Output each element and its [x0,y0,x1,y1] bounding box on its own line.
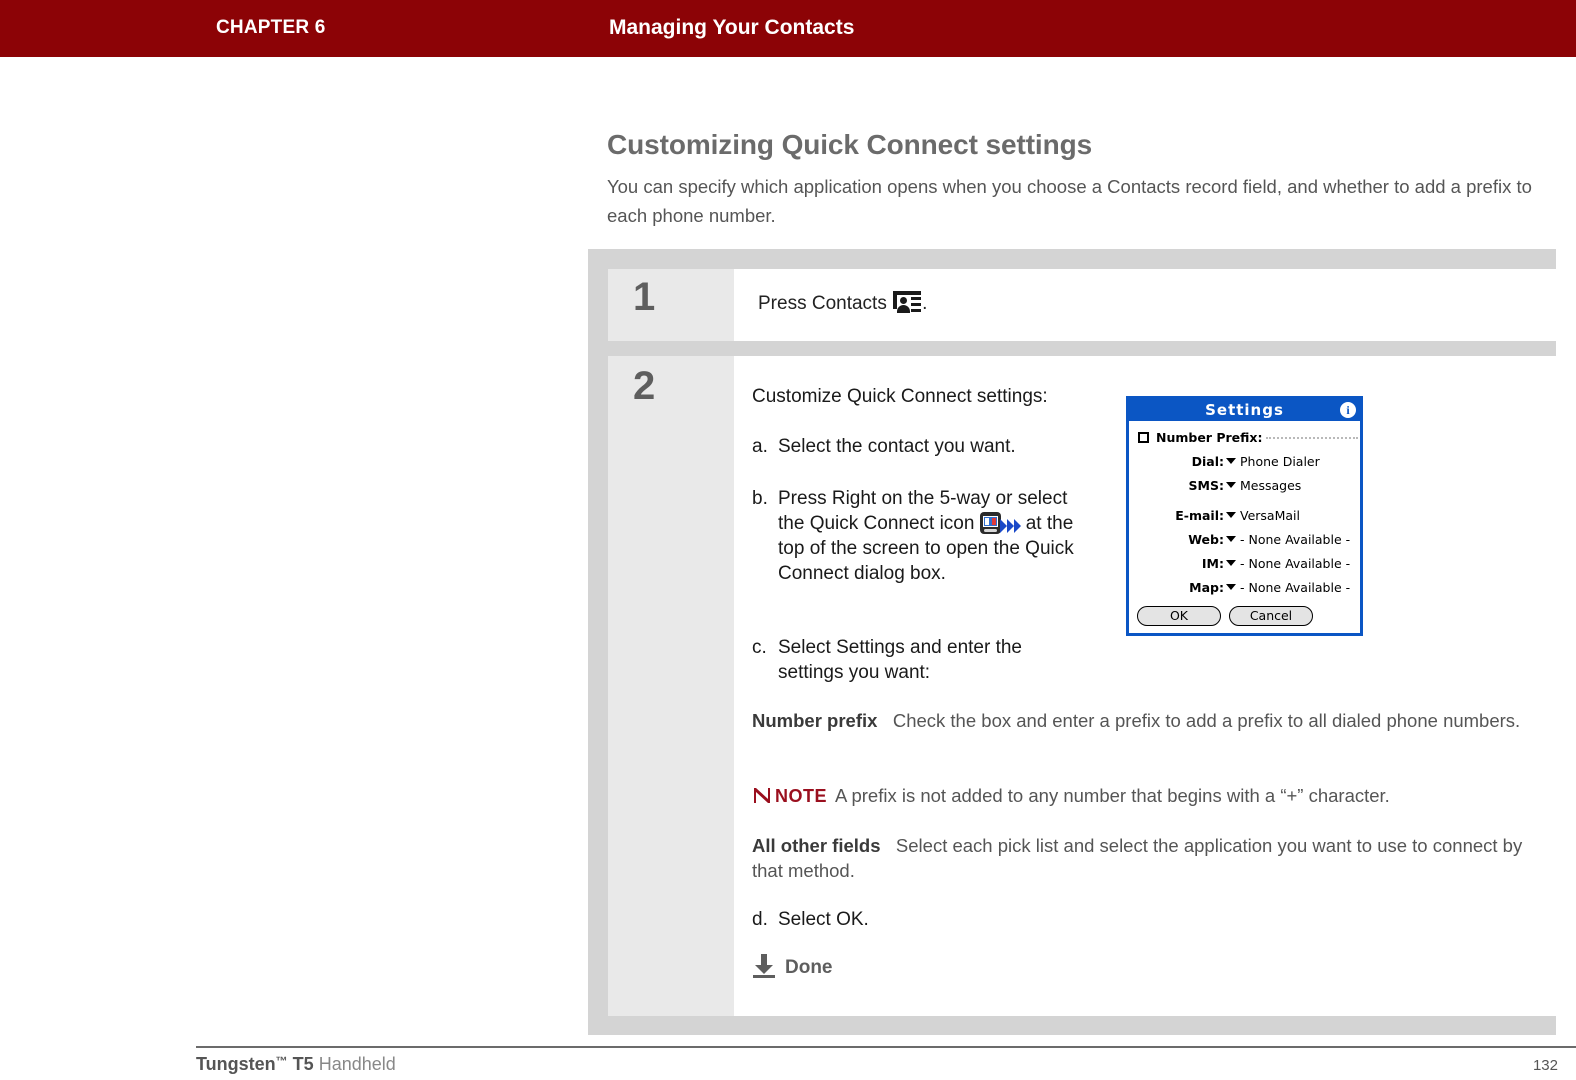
chapter-label: CHAPTER 6 [216,17,326,38]
download-arrow-icon [752,954,776,978]
chevron-down-icon-sms[interactable] [1226,482,1236,488]
palm-dialog-title: Settings [1205,401,1284,419]
chevron-down-icon-email[interactable] [1226,512,1236,518]
step-2-item-b-label: b. [752,488,768,509]
steps-panel: 1 Press Contacts . 2 Customize Quick Con… [588,249,1556,1035]
done-label: Done [785,957,833,978]
step-2-item-d: d. Select OK. [752,909,869,931]
description-number-prefix: Number prefix Check the box and enter a … [752,708,1542,733]
web-value: - None Available - [1240,532,1351,547]
number-prefix-input[interactable] [1266,437,1359,439]
quick-connect-icon [979,512,1024,534]
chevron-down-icon-dial[interactable] [1226,458,1236,464]
footer-product-name: Tungsten [196,1054,276,1074]
chevron-down-icon-map[interactable] [1226,584,1236,590]
step-body-1: Press Contacts . [734,269,1556,341]
email-value: VersaMail [1240,508,1300,523]
email-label: E-mail: [1175,508,1224,523]
palm-dialog-titlebar: Settings i [1129,399,1360,421]
step-2-item-b-text: Press Right on the 5-way or select the Q… [778,486,1082,586]
dial-label: Dial: [1191,454,1224,469]
footer-model: T5 [292,1054,314,1074]
palm-row-web[interactable]: Web: - None Available - [1138,532,1350,547]
done-row: Done [752,954,833,979]
step-row-1: 1 Press Contacts . [608,269,1556,341]
palm-row-number-prefix[interactable]: Number Prefix: [1138,430,1359,445]
step-2-item-a-label: a. [752,436,768,457]
chevron-down-icon-web[interactable] [1226,536,1236,542]
note-label: NOTE [775,786,828,806]
palm-row-email[interactable]: E-mail: VersaMail [1138,508,1300,523]
description-term-number-prefix: Number prefix [752,710,878,731]
ok-button[interactable]: OK [1137,606,1221,626]
map-value: - None Available - [1240,580,1351,595]
footer-product-label: Tungsten™ T5 Handheld [196,1054,396,1075]
step-2-item-d-label: d. [752,909,768,930]
note-flag-icon [752,786,772,805]
palm-settings-dialog: Settings i Number Prefix: Dial: Phone Dia… [1126,396,1363,636]
palm-row-dial[interactable]: Dial: Phone Dialer [1138,454,1320,469]
step-2-item-c: c. Select Settings and enter the setting… [752,635,1082,685]
step-2-item-c-label: c. [752,637,767,658]
palm-row-im[interactable]: IM: - None Available - [1138,556,1350,571]
step-2-item-a: a. Select the contact you want. [752,436,1016,458]
page-number: 132 [1532,1057,1558,1074]
step-number-box-2: 2 [608,356,734,1016]
web-label: Web: [1188,532,1224,547]
description-all-other-fields: All other fields Select each pick list a… [752,833,1542,883]
palm-row-sms[interactable]: SMS: Messages [1138,478,1302,493]
dial-value: Phone Dialer [1240,454,1320,469]
palm-dialog-body: Number Prefix: Dial: Phone Dialer SMS: Mes… [1129,421,1360,633]
sms-value: Messages [1240,478,1302,493]
cancel-button[interactable]: Cancel [1229,606,1313,626]
contacts-icon [893,291,922,313]
description-term-all-other-fields: All other fields [752,835,881,856]
map-label: Map: [1189,580,1224,595]
im-value: - None Available - [1240,556,1351,571]
palm-dialog-buttons: OK Cancel [1137,605,1321,626]
page-header-band: CHAPTER 6 Managing Your Contacts [0,0,1576,57]
step-number-box-1: 1 [608,269,734,341]
step-2-item-b: b. Press Right on the 5-way or select th… [752,486,1082,586]
step-1-text-after: . [922,293,928,314]
step-2-lead: Customize Quick Connect settings: [752,386,1048,407]
footer-product-type: Handheld [318,1054,396,1074]
chevron-down-icon-im[interactable] [1226,560,1236,566]
step-2-item-b-text-part1: Press Right on the 5-way or select the Q… [778,488,1068,534]
step-1-instruction: Press Contacts . [758,291,927,315]
footer-trademark-symbol: ™ [275,1054,288,1068]
step-2-item-d-text: Select OK. [778,909,869,930]
info-icon[interactable]: i [1340,402,1356,418]
footer-divider [196,1046,1576,1048]
note-block: NOTE A prefix is not added to any number … [752,783,1542,809]
note-text: A prefix is not added to any number that… [835,785,1390,806]
im-label: IM: [1201,556,1224,571]
section-heading: Customizing Quick Connect settings [607,129,1093,160]
chapter-title: Managing Your Contacts [609,16,855,39]
number-prefix-label: Number Prefix: [1156,430,1263,445]
step-1-text-before: Press Contacts [758,293,893,314]
number-prefix-checkbox[interactable] [1138,432,1149,443]
step-number-2: 2 [633,364,656,408]
palm-row-map[interactable]: Map: - None Available - [1138,580,1350,595]
step-2-item-a-text: Select the contact you want. [778,436,1016,457]
description-text-number-prefix: Check the box and enter a prefix to add … [892,710,1521,731]
sms-label: SMS: [1188,478,1224,493]
step-row-2: 2 Customize Quick Connect settings: a. Se… [608,356,1556,1016]
step-number-1: 1 [633,275,656,319]
section-intro-paragraph: You can specify which application opens … [607,176,1532,226]
step-2-item-c-text: Select Settings and enter the settings y… [778,637,1022,683]
